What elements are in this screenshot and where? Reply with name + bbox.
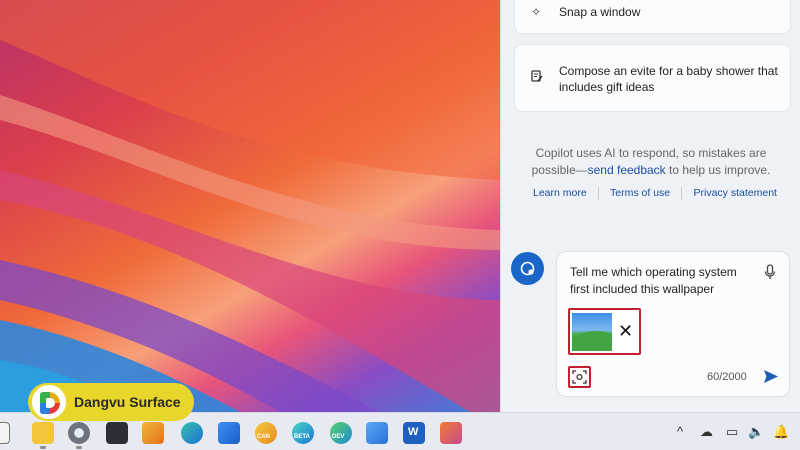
divider xyxy=(681,187,683,200)
snipping-icon[interactable] xyxy=(440,422,462,444)
send-feedback-link[interactable]: send feedback xyxy=(588,163,666,177)
edge-canary-icon[interactable]: CAN xyxy=(255,422,277,444)
badge-canary: CAN xyxy=(257,434,270,440)
send-button[interactable] xyxy=(763,369,779,389)
edge-icon[interactable] xyxy=(181,422,203,444)
brand-logo xyxy=(32,385,66,419)
disclaimer: Copilot uses AI to respond, so mistakes … xyxy=(521,145,781,179)
badge-dev: DEV xyxy=(332,434,345,440)
display-icon[interactable]: ▭ xyxy=(726,424,738,440)
notification-icon[interactable]: 🔔 xyxy=(773,424,789,440)
disclaimer-text-end: to help us improve. xyxy=(665,163,771,177)
suggestion-label: Compose an evite for a baby shower that … xyxy=(559,64,778,94)
settings-icon[interactable] xyxy=(68,422,90,444)
suggestion-label: Snap a window xyxy=(559,5,641,19)
sparkle-icon: ✧ xyxy=(531,5,542,19)
word-letter: W xyxy=(408,426,419,438)
send-icon xyxy=(764,370,778,383)
active-indicator xyxy=(40,446,46,449)
message-input[interactable]: Tell me which operating system first inc… xyxy=(570,264,750,298)
badge-beta: BETA xyxy=(294,434,310,440)
word-icon[interactable]: W xyxy=(403,422,425,444)
footer-links: Learn more Terms of use Privacy statemen… xyxy=(521,187,781,200)
paint-icon[interactable] xyxy=(142,422,164,444)
desktop-wallpaper xyxy=(0,0,500,412)
suggestion-compose-evite[interactable]: Compose an evite for a baby shower that … xyxy=(514,44,791,112)
user-chat-icon xyxy=(520,261,535,276)
learn-more-link[interactable]: Learn more xyxy=(533,187,587,200)
brand-name: Dangvu Surface xyxy=(74,394,181,410)
screenshot-icon xyxy=(572,370,587,384)
edge-beta-icon[interactable]: BETA xyxy=(292,422,314,444)
suggestion-snap-window[interactable]: ✧ Snap a window xyxy=(514,0,791,34)
compose-box[interactable]: Tell me which operating system first inc… xyxy=(556,251,790,397)
cloud-icon[interactable]: ☁ xyxy=(700,424,713,440)
volume-mute-icon[interactable]: 🔈 xyxy=(748,424,764,440)
store-icon[interactable] xyxy=(218,422,240,444)
microphone-icon[interactable] xyxy=(764,264,776,285)
photos-icon[interactable] xyxy=(366,422,388,444)
terms-of-use-link[interactable]: Terms of use xyxy=(610,187,670,200)
active-indicator xyxy=(76,446,82,449)
divider xyxy=(597,187,599,200)
window-thumbnail[interactable] xyxy=(0,422,10,444)
edge-dev-icon[interactable]: DEV xyxy=(330,422,352,444)
document-edit-icon xyxy=(531,70,543,86)
char-count: 60/2000 xyxy=(707,371,747,383)
chevron-up-icon[interactable]: ^ xyxy=(677,424,683,439)
brand-watermark: Dangvu Surface xyxy=(28,383,194,421)
attachment-thumbnail xyxy=(572,313,612,351)
remove-attachment-close-icon[interactable]: ✕ xyxy=(618,318,633,344)
image-attachment: ✕ xyxy=(568,308,641,355)
copilot-avatar xyxy=(511,252,544,285)
file-explorer-icon[interactable] xyxy=(32,422,54,444)
terminal-icon[interactable] xyxy=(106,422,128,444)
screenshot-button[interactable] xyxy=(568,366,591,388)
privacy-statement-link[interactable]: Privacy statement xyxy=(694,187,777,200)
